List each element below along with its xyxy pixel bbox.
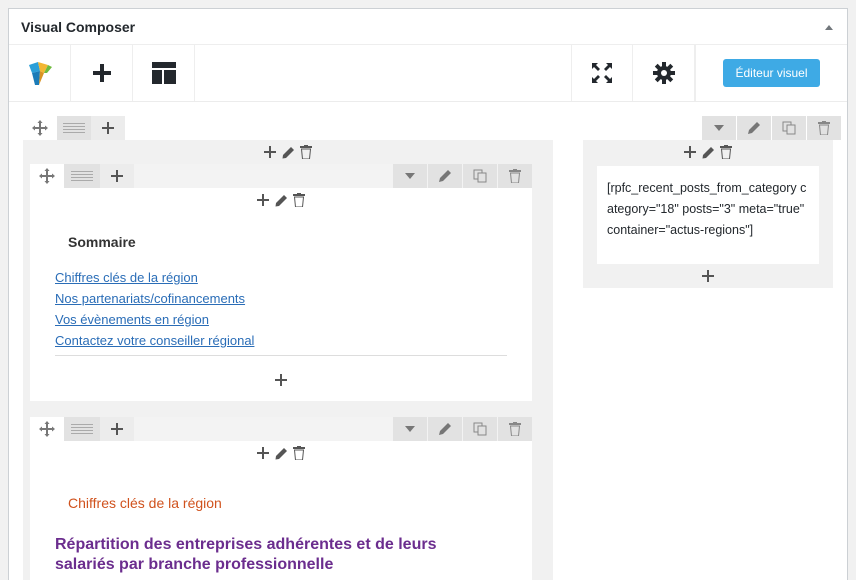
row-controls: [23, 116, 125, 140]
element-sommaire: Sommaire Chiffres clés de la région Nos …: [30, 164, 532, 401]
element-add-icon[interactable]: [100, 164, 134, 188]
visual-editor-button[interactable]: Éditeur visuel: [723, 59, 820, 87]
link-contact-conseiller[interactable]: Contactez votre conseiller régional: [55, 333, 254, 349]
element-clone-icon[interactable]: [463, 164, 497, 188]
templates-button[interactable]: [133, 45, 195, 101]
section-title: Répartition des entreprises adhérentes e…: [55, 536, 437, 573]
panel-header: Visual Composer: [9, 9, 847, 45]
expand-icon: [592, 63, 612, 83]
element-delete-icon[interactable]: [498, 417, 532, 441]
element-delete-icon[interactable]: [498, 164, 532, 188]
element-toggle-icon[interactable]: [393, 164, 427, 188]
collapse-toggle-icon[interactable]: [823, 21, 835, 33]
row-move-icon[interactable]: [23, 116, 57, 140]
divider: [55, 355, 507, 356]
vc-canvas: Sommaire Chiffres clés de la région Nos …: [9, 102, 847, 580]
element-layout-icon[interactable]: [64, 417, 100, 441]
vc-logo-icon[interactable]: [9, 45, 71, 101]
column-edit-icon[interactable]: [700, 144, 716, 160]
fullscreen-button[interactable]: [571, 45, 633, 101]
element-layout-icon[interactable]: [64, 164, 100, 188]
row-add-column-icon[interactable]: [91, 116, 125, 140]
row-right-controls: [701, 116, 841, 140]
shortcode-block[interactable]: [rpfc_recent_posts_from_category categor…: [597, 166, 819, 264]
element-edit-icon[interactable]: [428, 417, 462, 441]
column-add-icon[interactable]: [682, 144, 698, 160]
row-delete-icon[interactable]: [807, 116, 841, 140]
element-clone-icon[interactable]: [463, 417, 497, 441]
layout-icon: [151, 62, 176, 84]
column-side: [rpfc_recent_posts_from_category categor…: [583, 140, 833, 288]
column-edit-icon[interactable]: [280, 144, 296, 160]
column-actions: [583, 140, 833, 164]
column-delete-icon[interactable]: [298, 144, 314, 160]
inner-delete-icon[interactable]: [291, 192, 307, 208]
inner-add-icon[interactable]: [255, 445, 271, 461]
column-delete-icon[interactable]: [718, 144, 734, 160]
add-element-button[interactable]: [71, 45, 133, 101]
row-layout-icon[interactable]: [57, 116, 91, 140]
element-controls: [30, 417, 532, 441]
gear-icon: [652, 62, 675, 84]
element-chiffres: Chiffres clés de la région Répartition d…: [30, 417, 532, 580]
row-toggle-icon[interactable]: [702, 116, 736, 140]
element-edit-icon[interactable]: [428, 164, 462, 188]
visual-composer-panel: Visual Composer Éditeur visuel Sommaire …: [8, 8, 848, 580]
column-main: Sommaire Chiffres clés de la région Nos …: [23, 140, 553, 580]
side-add-icon[interactable]: [583, 264, 833, 288]
inner-edit-icon[interactable]: [273, 445, 289, 461]
row-edit-icon[interactable]: [737, 116, 771, 140]
settings-button[interactable]: [633, 45, 695, 101]
section-heading: Chiffres clés de la région: [68, 495, 222, 511]
inner-delete-icon[interactable]: [291, 445, 307, 461]
column-actions: [23, 140, 553, 164]
column-add-icon[interactable]: [262, 144, 278, 160]
panel-title: Visual Composer: [21, 18, 136, 35]
link-evenements[interactable]: Vos évènements en région: [55, 312, 254, 328]
element-inner-actions: [30, 188, 532, 212]
plus-icon: [92, 64, 111, 82]
element-add-bottom-icon[interactable]: [30, 374, 532, 386]
link-chiffres-cles[interactable]: Chiffres clés de la région: [55, 270, 254, 286]
element-move-icon[interactable]: [30, 417, 64, 441]
vc-toolbar: Éditeur visuel: [9, 45, 847, 102]
element-add-icon[interactable]: [100, 417, 134, 441]
sommaire-links: Chiffres clés de la région Nos partenari…: [55, 270, 254, 349]
element-controls: [30, 164, 532, 188]
element-move-icon[interactable]: [30, 164, 64, 188]
element-inner-actions: [30, 441, 532, 465]
inner-add-icon[interactable]: [255, 192, 271, 208]
inner-edit-icon[interactable]: [273, 192, 289, 208]
link-partenariats[interactable]: Nos partenariats/cofinancements: [55, 291, 254, 307]
sommaire-title: Sommaire: [68, 234, 136, 250]
element-toggle-icon[interactable]: [393, 417, 427, 441]
row-clone-icon[interactable]: [772, 116, 806, 140]
